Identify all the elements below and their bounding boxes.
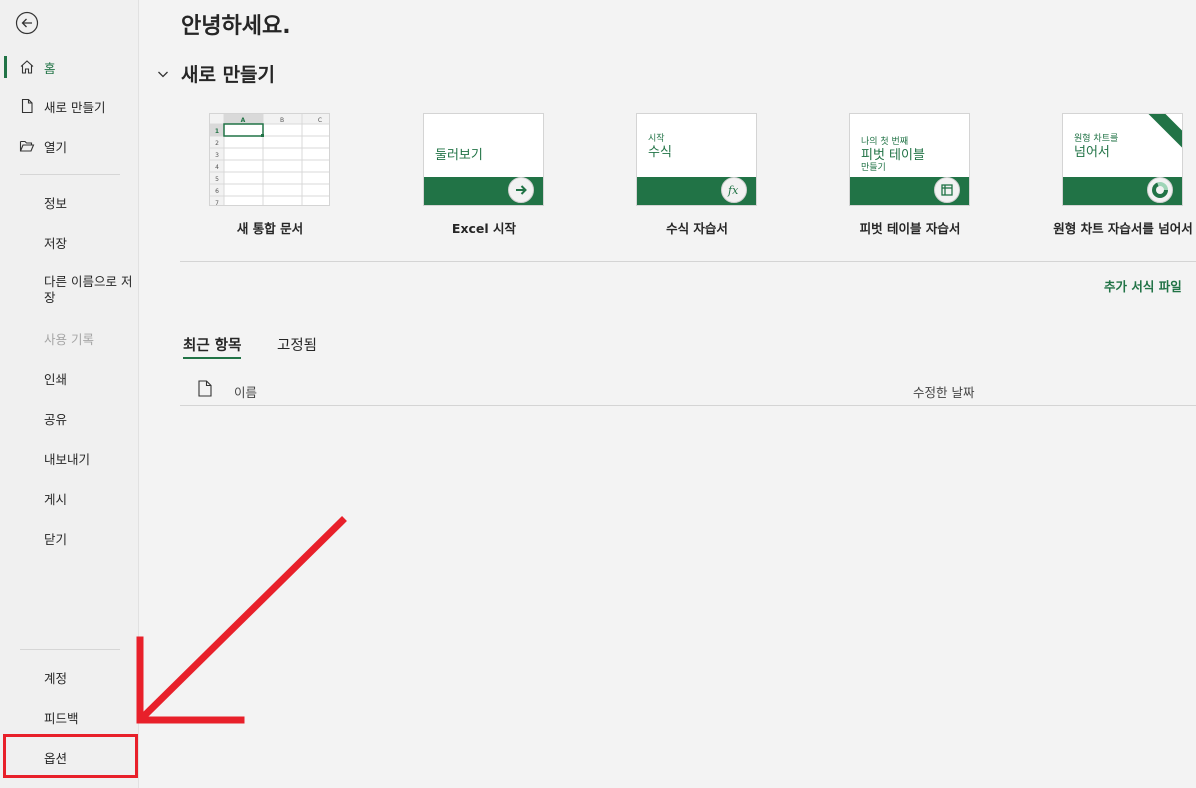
donut-chart-icon — [1147, 177, 1173, 203]
sidebar-item-save[interactable]: 저장 — [4, 225, 135, 259]
svg-text:6: 6 — [215, 188, 219, 195]
sidebar-item-share[interactable]: 공유 — [4, 401, 135, 435]
sidebar-item-label: 열기 — [44, 139, 68, 155]
sidebar-item-info[interactable]: 정보 — [4, 185, 135, 219]
sidebar-item-label: 인쇄 — [44, 371, 68, 387]
home-icon — [19, 59, 35, 75]
template-caption: 새 통합 문서 — [236, 221, 304, 236]
backstage-sidebar: 홈 새로 만들기 열기 정보 저장 다른 이름으로 저장 사용 기록 인쇄 공유… — [0, 0, 139, 788]
sidebar-item-open[interactable]: 열기 — [4, 129, 135, 163]
sidebar-item-label: 공유 — [44, 411, 68, 427]
svg-text:3: 3 — [215, 152, 219, 159]
template-formula-tutorial[interactable]: 시작 수식 fx 수식 자습서 — [607, 113, 787, 243]
sidebar-item-history: 사용 기록 — [4, 321, 135, 355]
column-header-name[interactable]: 이름 — [234, 382, 257, 401]
back-arrow-icon[interactable] — [15, 11, 39, 35]
template-blank-workbook[interactable]: A B C 1 2 3 4 5 6 7 새 통합 문서 — [180, 113, 360, 243]
document-icon — [198, 380, 212, 397]
more-templates-label: 추가 서식 파일 — [1104, 279, 1182, 294]
tab-label: 고정됨 — [277, 338, 318, 354]
page-title: 안녕하세요. — [181, 14, 291, 39]
svg-text:2: 2 — [215, 140, 219, 147]
svg-text:A: A — [241, 117, 246, 124]
chevron-down-icon — [155, 66, 171, 82]
pivot-table-icon — [934, 177, 960, 203]
sidebar-item-feedback[interactable]: 피드백 — [4, 700, 135, 734]
svg-text:5: 5 — [215, 176, 219, 183]
template-pivot-tutorial[interactable]: 나의 첫 번째 피벗 테이블 만들기 피벗 테이블 자습서 — [820, 113, 1000, 243]
sidebar-item-new[interactable]: 새로 만들기 — [4, 89, 135, 123]
sidebar-item-close[interactable]: 닫기 — [4, 521, 135, 555]
sidebar-item-label: 계정 — [44, 670, 68, 686]
tab-label: 최근 항목 — [183, 338, 242, 354]
tab-recent[interactable]: 최근 항목 — [183, 334, 242, 359]
sidebar-item-home[interactable]: 홈 — [4, 50, 135, 84]
new-document-icon — [19, 98, 35, 114]
sidebar-item-label: 게시 — [44, 491, 68, 507]
new-section-header[interactable]: 새로 만들기 — [155, 60, 275, 87]
template-pie-chart-tutorial[interactable]: 원형 차트를 넘어서 원형 차트 자습서를 넘어서 — [1033, 113, 1196, 243]
template-caption: 피벗 테이블 자습서 — [859, 221, 961, 236]
sidebar-item-label: 다른 이름으로 저장 — [44, 274, 133, 305]
template-thumbnail: 시작 수식 fx — [636, 113, 757, 206]
sidebar-item-account[interactable]: 계정 — [4, 660, 135, 694]
thumb-title: 수식 — [648, 145, 672, 160]
sidebar-item-label: 피드백 — [44, 710, 79, 726]
thumb-subtitle-2: 만들기 — [861, 163, 886, 173]
function-fx-icon: fx — [721, 177, 747, 203]
section-title: 새로 만들기 — [181, 64, 276, 86]
sidebar-item-publish[interactable]: 게시 — [4, 481, 135, 515]
new-ribbon — [1138, 114, 1182, 153]
sidebar-item-label: 홈 — [44, 60, 56, 76]
folder-open-icon — [19, 138, 35, 154]
more-templates-link[interactable]: 추가 서식 파일 — [1104, 276, 1182, 295]
template-caption: 수식 자습서 — [666, 221, 728, 236]
file-list-header: 이름 수정한 날짜 — [180, 372, 1196, 406]
sidebar-item-print[interactable]: 인쇄 — [4, 361, 135, 395]
template-thumbnail: 원형 차트를 넘어서 — [1062, 113, 1183, 206]
template-thumbnail: 나의 첫 번째 피벗 테이블 만들기 — [849, 113, 970, 206]
svg-text:4: 4 — [215, 164, 219, 171]
template-thumbnail: A B C 1 2 3 4 5 6 7 — [209, 113, 330, 206]
thumb-title: 둘러보기 — [435, 148, 483, 163]
arrow-right-icon — [508, 177, 534, 203]
sidebar-item-label: 내보내기 — [44, 451, 91, 467]
sidebar-item-save-as[interactable]: 다른 이름으로 저장 — [4, 269, 135, 311]
svg-text:C: C — [318, 117, 322, 124]
sidebar-divider — [20, 649, 120, 650]
sidebar-item-label: 새로 만들기 — [44, 99, 106, 115]
column-header-modified[interactable]: 수정한 날짜 — [913, 382, 974, 401]
svg-text:7: 7 — [215, 200, 219, 206]
svg-text:B: B — [280, 117, 284, 124]
svg-text:1: 1 — [215, 128, 219, 135]
sidebar-item-export[interactable]: 내보내기 — [4, 441, 135, 475]
section-divider — [180, 261, 1196, 262]
sidebar-divider — [20, 174, 120, 175]
svg-text:fx: fx — [727, 184, 739, 197]
sidebar-item-label: 정보 — [44, 195, 68, 211]
sidebar-item-label: 닫기 — [44, 531, 68, 547]
sidebar-item-label: 저장 — [44, 235, 68, 251]
template-excel-start[interactable]: 둘러보기 Excel 시작 — [394, 113, 574, 243]
tab-pinned[interactable]: 고정됨 — [277, 334, 317, 355]
template-thumbnail: 둘러보기 — [423, 113, 544, 206]
sidebar-item-label: 사용 기록 — [44, 331, 94, 347]
thumb-title: 넘어서 — [1074, 145, 1110, 160]
template-caption: Excel 시작 — [451, 221, 517, 236]
options-highlight-box — [3, 734, 138, 778]
template-caption: 원형 차트 자습서를 넘어서 — [1053, 221, 1193, 236]
